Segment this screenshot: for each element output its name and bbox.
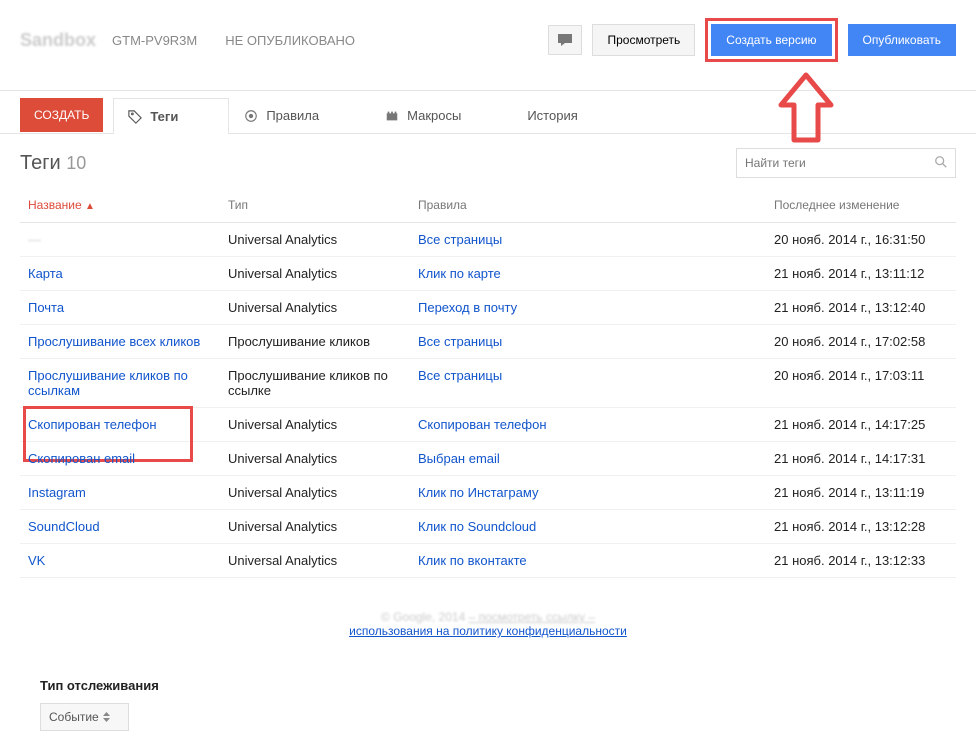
footer: © Google, 2014 – посмотреть ссылку – исп…: [20, 610, 956, 638]
tag-date: 21 нояб. 2014 г., 13:12:33: [766, 544, 956, 578]
container-id: GTM-PV9R3M: [112, 33, 197, 48]
tag-rule-link[interactable]: Все страницы: [418, 232, 502, 247]
header-actions: Просмотреть Создать версию Опубликовать: [548, 18, 956, 62]
tag-date: 21 нояб. 2014 г., 13:12:28: [766, 510, 956, 544]
create-button[interactable]: СОЗДАТЬ: [20, 98, 103, 132]
tag-rule-link[interactable]: Переход в почту: [418, 300, 517, 315]
content: Теги 10 Название ▲ Тип Правила Последнее…: [0, 134, 976, 745]
tag-type: Universal Analytics: [220, 408, 410, 442]
tag-rule-link[interactable]: Клик по вконтакте: [418, 553, 527, 568]
table-row: — Universal Analytics Все страницы 20 нояб.…: [20, 223, 956, 257]
search-wrap: [736, 148, 956, 178]
tracking-type-section: Тип отслеживания Событие: [20, 678, 956, 731]
tag-rule-link[interactable]: Клик по Soundcloud: [418, 519, 536, 534]
create-version-button[interactable]: Создать версию: [711, 24, 831, 56]
tab-rules-label: Правила: [266, 108, 319, 123]
highlight-create-version: Создать версию: [705, 18, 837, 62]
tag-icon: [128, 110, 142, 124]
tag-rule-link[interactable]: Все страницы: [418, 334, 502, 349]
tag-rule-link[interactable]: Клик по карте: [418, 266, 501, 281]
annotation-arrow: [776, 70, 836, 153]
col-name[interactable]: Название ▲: [20, 188, 220, 223]
target-icon: [244, 109, 258, 123]
tag-name-blur: —: [28, 232, 41, 247]
tag-rule-link[interactable]: Выбран email: [418, 451, 500, 466]
tag-name-link[interactable]: Почта: [28, 300, 64, 315]
tag-date: 21 нояб. 2014 г., 14:17:31: [766, 442, 956, 476]
tag-rule-link[interactable]: Все страницы: [418, 368, 502, 383]
tag-date: 21 нояб. 2014 г., 14:17:25: [766, 408, 956, 442]
tag-name-link[interactable]: Карта: [28, 266, 63, 281]
col-rules[interactable]: Правила: [410, 188, 766, 223]
tracking-type-value: Событие: [49, 710, 99, 724]
table-row: Карта Universal Analytics Клик по карте 21 …: [20, 257, 956, 291]
preview-button[interactable]: Просмотреть: [592, 24, 695, 56]
tag-type: Прослушивание кликов: [220, 325, 410, 359]
col-type[interactable]: Тип: [220, 188, 410, 223]
table-row: SoundCloud Universal Analytics Клик по Sou…: [20, 510, 956, 544]
tag-type: Universal Analytics: [220, 257, 410, 291]
tag-date: 20 нояб. 2014 г., 17:03:11: [766, 359, 956, 408]
tag-type: Universal Analytics: [220, 291, 410, 325]
page-title-text: Теги: [20, 152, 61, 174]
tag-type: Universal Analytics: [220, 442, 410, 476]
publish-status: НЕ ОПУБЛИКОВАНО: [225, 33, 355, 48]
tab-tags-label: Теги: [150, 109, 178, 124]
tab-history-label: История: [527, 108, 577, 123]
tag-type: Universal Analytics: [220, 476, 410, 510]
tag-type: Прослушивание кликов по ссылке: [220, 359, 410, 408]
footer-link-blur[interactable]: – посмотреть ссылку –: [469, 610, 595, 624]
tab-tags[interactable]: Теги: [113, 98, 229, 134]
tag-name-link[interactable]: Прослушивание всех кликов: [28, 334, 200, 349]
macros-icon: [385, 109, 399, 123]
sort-asc-icon: ▲: [85, 201, 95, 212]
updown-icon: [103, 712, 110, 722]
tag-date: 20 нояб. 2014 г., 16:31:50: [766, 223, 956, 257]
tag-date: 21 нояб. 2014 г., 13:11:19: [766, 476, 956, 510]
content-head: Теги 10: [20, 148, 956, 178]
tag-type: Universal Analytics: [220, 223, 410, 257]
page-title: Теги 10: [20, 152, 86, 175]
table-row: Instagram Universal Analytics Клик по Инст…: [20, 476, 956, 510]
tab-rules[interactable]: Правила: [229, 97, 370, 133]
tag-date: 21 нояб. 2014 г., 13:11:12: [766, 257, 956, 291]
footer-copyright: © Google, 2014: [381, 610, 465, 624]
comment-icon: [557, 33, 573, 47]
tag-type: Universal Analytics: [220, 510, 410, 544]
tag-name-link[interactable]: VK: [28, 553, 45, 568]
tag-date: 20 нояб. 2014 г., 17:02:58: [766, 325, 956, 359]
tag-name-link[interactable]: Instagram: [28, 485, 86, 500]
logo: Sandbox: [20, 30, 96, 51]
tracking-type-select[interactable]: Событие: [40, 703, 129, 731]
table-row: Скопирован телефон Universal Analytics Ско…: [20, 408, 956, 442]
tracking-type-label: Тип отслеживания: [40, 678, 936, 693]
page-count: 10: [66, 153, 86, 173]
tag-name-link[interactable]: SoundCloud: [28, 519, 100, 534]
tag-date: 21 нояб. 2014 г., 13:12:40: [766, 291, 956, 325]
tab-macros-label: Макросы: [407, 108, 461, 123]
search-icon: [934, 155, 948, 172]
publish-button[interactable]: Опубликовать: [848, 24, 956, 56]
search-input[interactable]: [736, 148, 956, 178]
tag-name-link[interactable]: Скопирован телефон: [28, 417, 157, 432]
header-left: Sandbox GTM-PV9R3M НЕ ОПУБЛИКОВАНО: [20, 30, 355, 51]
tag-name-link[interactable]: Скопирован email: [28, 451, 135, 466]
col-modified[interactable]: Последнее изменение: [766, 188, 956, 223]
table-row: Почта Universal Analytics Переход в почту 2…: [20, 291, 956, 325]
footer-link-policy[interactable]: использования на политику конфиденциальн…: [349, 624, 627, 638]
tags-table: Название ▲ Тип Правила Последнее изменен…: [20, 188, 956, 578]
table-row: Прослушивание кликов по ссылкам Прослушив…: [20, 359, 956, 408]
tab-history[interactable]: История: [512, 97, 628, 133]
table-row: Скопирован email Universal Analytics Выбра…: [20, 442, 956, 476]
tab-macros[interactable]: Макросы: [370, 97, 512, 133]
table-row: Прослушивание всех кликов Прослушивание к…: [20, 325, 956, 359]
comment-button[interactable]: [548, 25, 582, 55]
tag-name-link[interactable]: Прослушивание кликов по ссылкам: [28, 368, 188, 398]
tag-type: Universal Analytics: [220, 544, 410, 578]
tag-rule-link[interactable]: Скопирован телефон: [418, 417, 547, 432]
table-row: VK Universal Analytics Клик по вконтакте 21…: [20, 544, 956, 578]
tag-rule-link[interactable]: Клик по Инстаграму: [418, 485, 538, 500]
